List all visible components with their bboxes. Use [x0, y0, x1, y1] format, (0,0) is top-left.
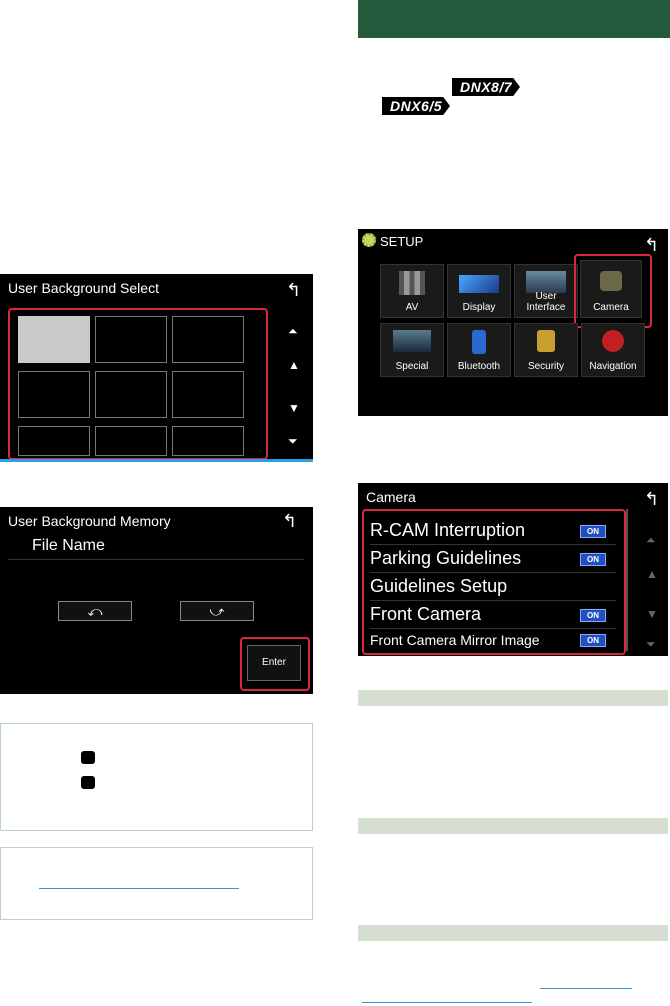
- reference-link-underline: [362, 1002, 532, 1003]
- section-header-bar: [358, 0, 670, 38]
- setup-item-av[interactable]: AV: [380, 264, 444, 318]
- scroll-track[interactable]: [626, 509, 628, 651]
- user-background-memory-screen: User Background Memory ↰ File Name ⤺ ⤻ E…: [0, 507, 313, 694]
- rotate-right-icon: ⤻: [209, 603, 225, 619]
- gear-icon: [362, 233, 376, 247]
- back-icon[interactable]: ↰: [282, 511, 297, 532]
- rotate-right-note-icon: [81, 776, 95, 789]
- reference-link-underline: [39, 888, 239, 889]
- note-box-2: [0, 847, 313, 920]
- scroll-up-icon[interactable]: ▲: [288, 358, 300, 372]
- thumbnail-cell[interactable]: [95, 371, 167, 418]
- setup-title: SETUP: [380, 234, 424, 249]
- scroll-top-icon[interactable]: ⏶: [646, 533, 656, 548]
- setup-item-bluetooth[interactable]: Bluetooth: [447, 323, 511, 377]
- screen-title: User Background Memory: [8, 513, 171, 529]
- scroll-up-icon[interactable]: ▲: [646, 567, 658, 581]
- divider: [8, 559, 304, 560]
- reference-link-underline: [540, 988, 632, 989]
- section-bar: [358, 925, 668, 941]
- model-badge-dnx87: DNX8/7: [452, 78, 521, 96]
- thumbnail-cell[interactable]: [172, 426, 244, 456]
- rotate-right-button[interactable]: ⤻: [180, 601, 254, 621]
- camera-list-item[interactable]: Parking Guidelines ON: [370, 545, 616, 573]
- display-icon: [459, 275, 499, 293]
- camera-list-item[interactable]: Guidelines Setup: [370, 573, 616, 601]
- enter-button[interactable]: Enter: [247, 645, 301, 681]
- screen-title: User Background Select: [8, 280, 159, 296]
- on-indicator: ON: [580, 553, 606, 566]
- scroll-top-icon[interactable]: ⏶: [288, 324, 298, 339]
- thumbnail-cell[interactable]: [95, 426, 167, 456]
- special-icon: [393, 330, 431, 352]
- rotate-left-button[interactable]: ⤺: [58, 601, 132, 621]
- back-icon[interactable]: ↰: [644, 489, 659, 510]
- scroll-down-icon[interactable]: ▼: [646, 607, 658, 621]
- camera-icon: [600, 271, 622, 291]
- setup-screen: SETUP ↰ AV Display User Interface Camera…: [358, 229, 668, 416]
- on-indicator: ON: [580, 525, 606, 538]
- bottom-accent-line: [0, 459, 313, 462]
- camera-list-item[interactable]: Front Camera ON: [370, 601, 616, 629]
- user-background-select-screen: User Background Select ↰ ⏶ ▲ ▼ ⏷: [0, 274, 313, 462]
- setup-item-special[interactable]: Special: [380, 323, 444, 377]
- camera-list-item[interactable]: R-CAM Interruption ON: [370, 517, 616, 545]
- on-indicator: ON: [580, 634, 606, 647]
- rotate-left-icon: ⤺: [87, 603, 103, 619]
- thumbnail-cell[interactable]: [18, 426, 90, 456]
- file-name-label: File Name: [32, 537, 105, 554]
- thumbnail-cell[interactable]: [18, 371, 90, 418]
- camera-screen: Camera ↰ R-CAM Interruption ON Parking G…: [358, 483, 668, 656]
- back-icon[interactable]: ↰: [286, 280, 301, 301]
- section-bar: [358, 818, 668, 834]
- thumbnail-cell-selected[interactable]: [18, 316, 90, 363]
- thumbnail-cell[interactable]: [172, 371, 244, 418]
- camera-list-item[interactable]: Front Camera Mirror Image ON: [370, 629, 616, 651]
- back-icon[interactable]: ↰: [644, 235, 659, 256]
- rotate-left-note-icon: [81, 751, 95, 764]
- security-icon: [537, 330, 555, 352]
- navigation-icon: [602, 330, 624, 352]
- thumbnail-cell[interactable]: [95, 316, 167, 363]
- setup-item-navigation[interactable]: Navigation: [581, 323, 645, 377]
- screen-title: Camera: [366, 489, 416, 505]
- thumbnail-cell[interactable]: [172, 316, 244, 363]
- section-bar: [358, 690, 668, 706]
- bluetooth-icon: [472, 330, 486, 354]
- note-box-1: [0, 723, 313, 831]
- setup-item-user-interface[interactable]: User Interface: [514, 264, 578, 318]
- setup-item-security[interactable]: Security: [514, 323, 578, 377]
- scroll-bottom-icon[interactable]: ⏷: [288, 434, 298, 449]
- av-icon: [399, 271, 425, 295]
- on-indicator: ON: [580, 609, 606, 622]
- enter-label: Enter: [262, 657, 286, 668]
- scroll-down-icon[interactable]: ▼: [288, 401, 300, 415]
- user-interface-icon: [526, 271, 566, 293]
- model-badge-dnx65: DNX6/5: [382, 97, 451, 115]
- scroll-bottom-icon[interactable]: ⏷: [646, 637, 656, 652]
- setup-item-display[interactable]: Display: [447, 264, 511, 318]
- setup-item-camera[interactable]: Camera: [580, 260, 642, 318]
